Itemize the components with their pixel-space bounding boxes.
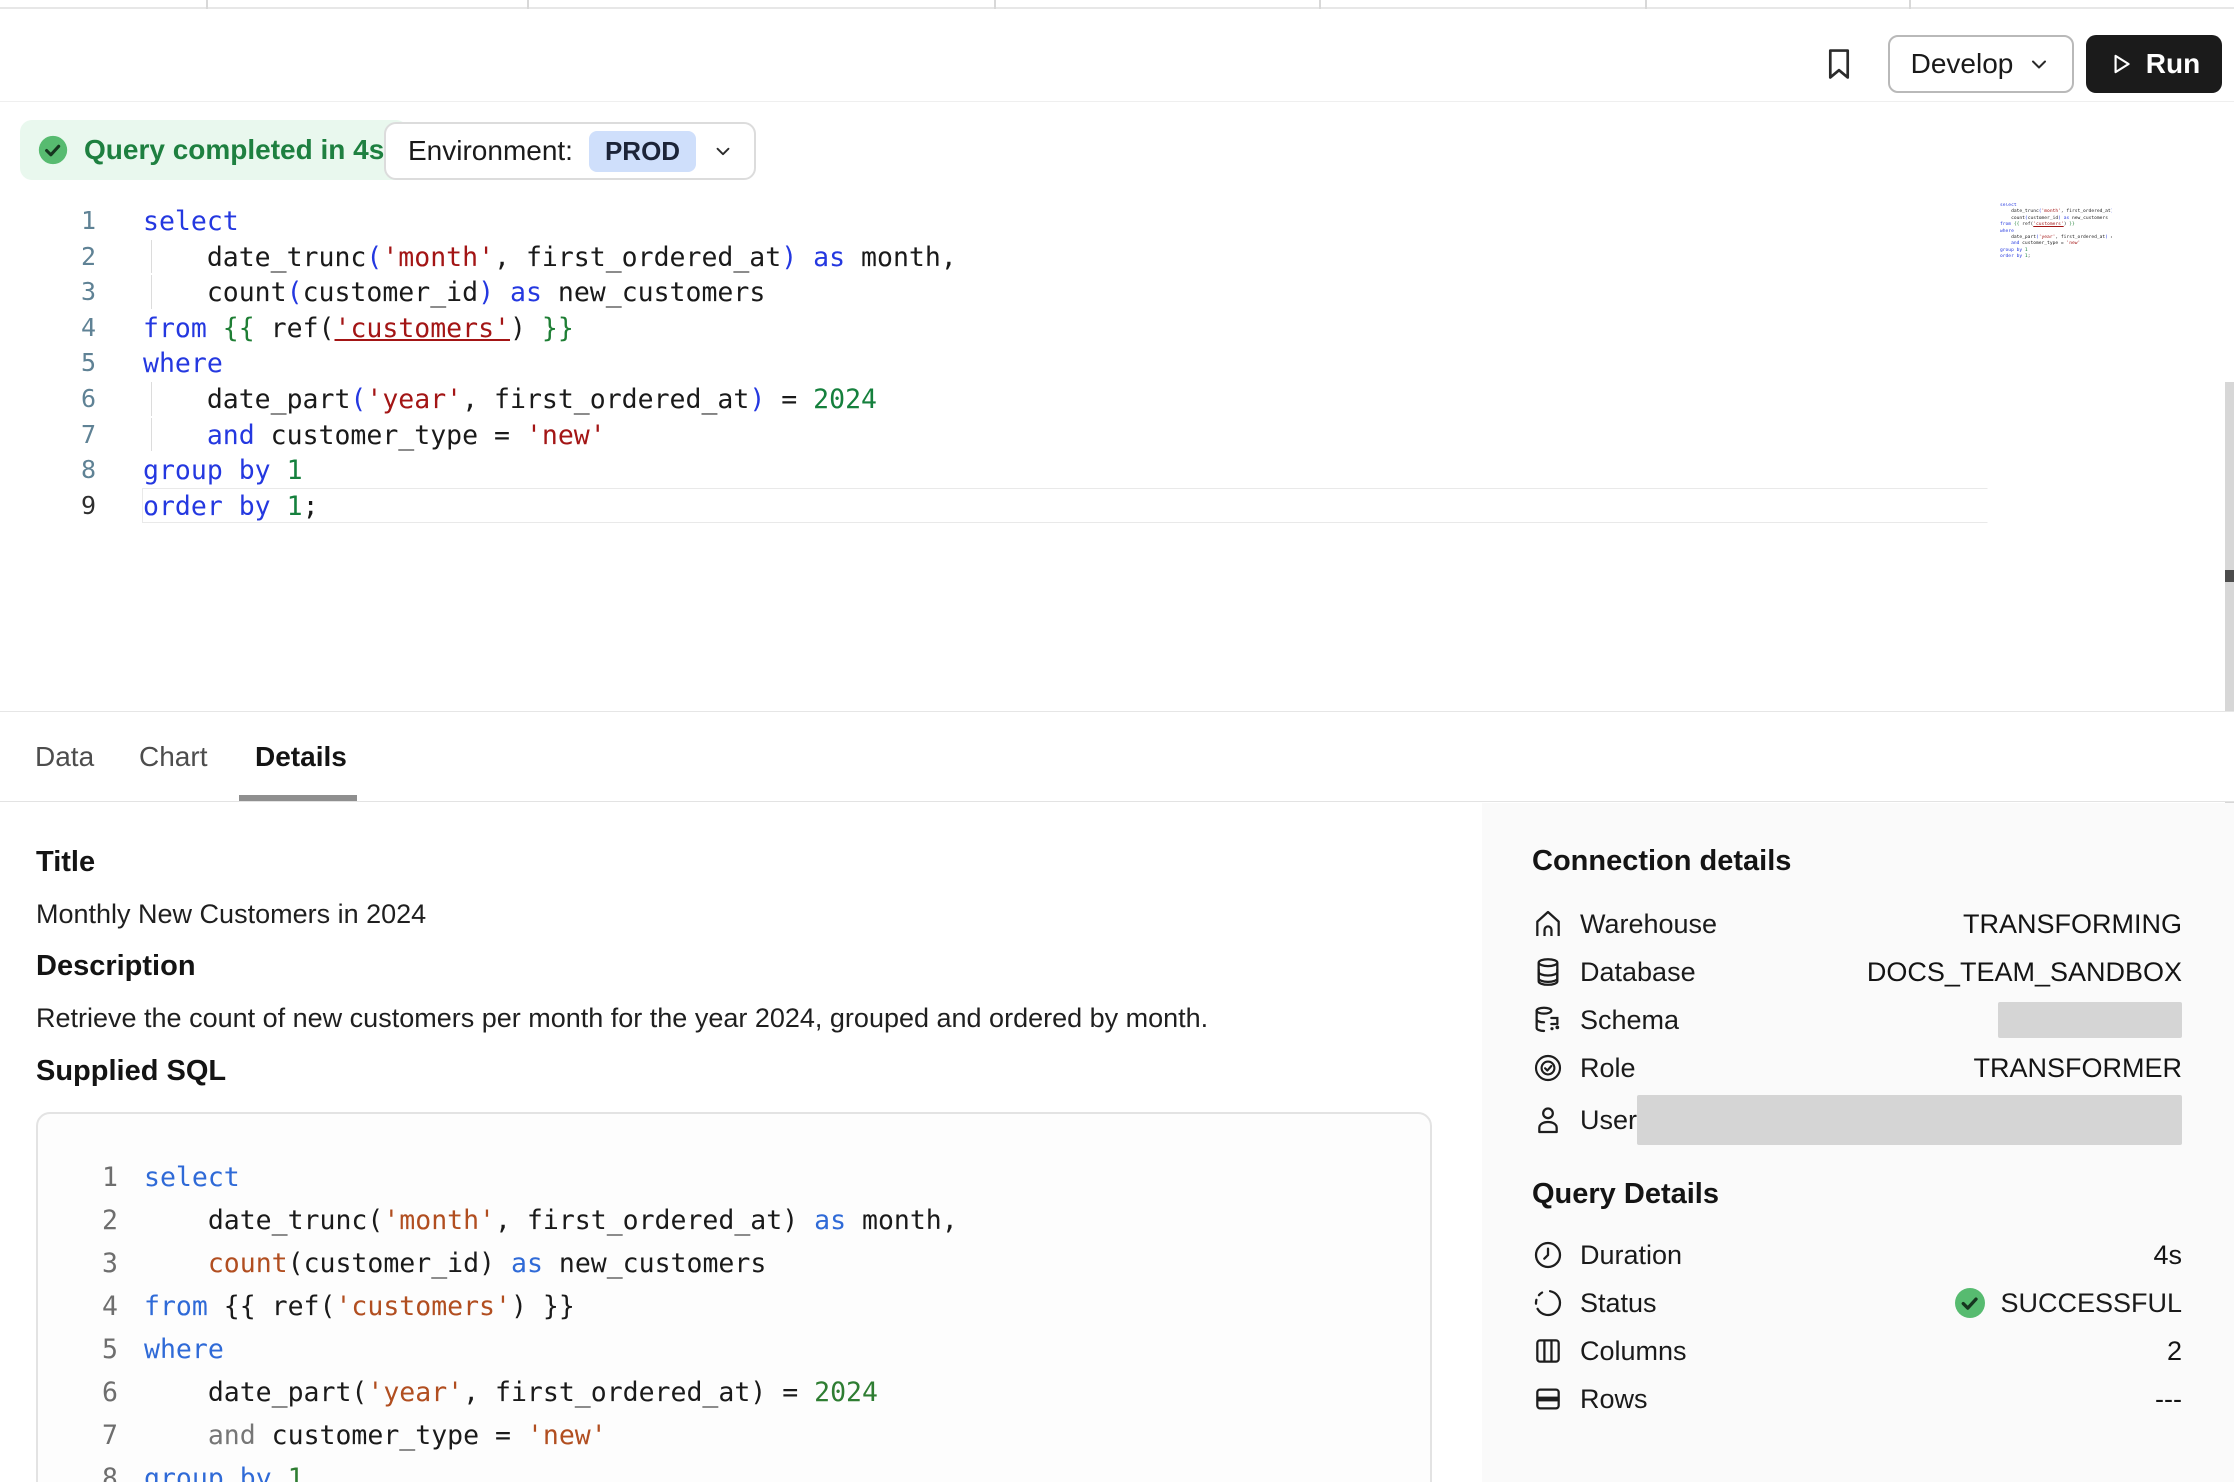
database-value: DOCS_TEAM_SANDBOX	[1867, 957, 2182, 988]
duration-label: Duration	[1580, 1240, 1682, 1271]
tab-details-label: Details	[255, 741, 347, 773]
tab-separator	[527, 0, 529, 9]
results-tabbar: Data Chart Details	[0, 711, 2234, 802]
warehouse-row: Warehouse TRANSFORMING	[1532, 900, 2182, 948]
role-value: TRANSFORMER	[1974, 1053, 2183, 1084]
editor-tabbar-sliver	[0, 0, 2234, 9]
supplied-sql-heading: Supplied SQL	[36, 1055, 226, 1088]
schema-value-redacted	[1998, 1002, 2182, 1038]
query-details-heading: Query Details	[1532, 1178, 2182, 1211]
status-row: Status SUCCESSFUL	[1532, 1279, 2182, 1327]
rows-row: Rows ---	[1532, 1375, 2182, 1423]
success-check-icon	[1952, 1285, 1988, 1321]
run-button-label: Run	[2146, 48, 2200, 80]
header-bar: Develop Run	[0, 11, 2234, 102]
columns-value: 2	[2167, 1336, 2182, 1367]
tab-separator	[1909, 0, 1911, 9]
role-label: Role	[1580, 1053, 1636, 1084]
user-label: User	[1580, 1105, 1637, 1136]
tab-separator	[206, 0, 208, 9]
details-side-panel: Connection details Warehouse TRANSFORMIN…	[1482, 803, 2234, 1482]
duration-value: 4s	[2153, 1240, 2182, 1271]
tab-separator	[1645, 0, 1647, 9]
duration-row: Duration 4s	[1532, 1231, 2182, 1279]
tab-separator	[994, 0, 996, 9]
schema-row: Schema	[1532, 996, 2182, 1044]
bookmark-icon[interactable]	[1820, 43, 1858, 85]
schema-label: Schema	[1580, 1005, 1679, 1036]
status-badge: SUCCESSFUL	[1952, 1285, 2182, 1321]
query-status-text: Query completed in 4s	[84, 134, 384, 166]
tab-chart-label: Chart	[139, 741, 207, 773]
editor-scrollbar-thumb[interactable]	[2225, 570, 2234, 582]
status-spinner-icon	[1532, 1287, 1564, 1319]
rows-label: Rows	[1580, 1384, 1648, 1415]
description-value: Retrieve the count of new customers per …	[36, 1003, 1208, 1034]
supplied-sql-card: 1select2 date_trunc('month', first_order…	[36, 1112, 1432, 1482]
database-label: Database	[1580, 957, 1696, 988]
title-value: Monthly New Customers in 2024	[36, 899, 426, 930]
chevron-down-icon	[2027, 52, 2051, 76]
tab-data[interactable]: Data	[35, 712, 94, 802]
columns-label: Columns	[1580, 1336, 1687, 1367]
chevron-down-icon	[712, 140, 734, 162]
schema-icon	[1532, 1004, 1564, 1036]
role-icon	[1532, 1052, 1564, 1084]
title-heading: Title	[36, 846, 95, 879]
status-value: SUCCESSFUL	[2000, 1288, 2182, 1319]
query-status-pill: Query completed in 4s	[20, 120, 408, 180]
warehouse-icon	[1532, 908, 1564, 940]
tab-chart[interactable]: Chart	[139, 712, 207, 802]
editor-minimap[interactable]: 1select2 date_trunc('month', first_order…	[2000, 203, 2112, 295]
editor-code-lines: 1select2 date_trunc('month', first_order…	[0, 203, 1988, 523]
play-icon	[2108, 51, 2134, 77]
user-value-redacted	[1637, 1095, 2182, 1145]
description-heading: Description	[36, 950, 196, 983]
warehouse-value: TRANSFORMING	[1963, 909, 2182, 940]
tab-separator	[1319, 0, 1321, 9]
rows-value: ---	[2155, 1384, 2182, 1415]
run-button[interactable]: Run	[2086, 35, 2222, 93]
develop-button[interactable]: Develop	[1888, 35, 2074, 93]
active-tab-indicator	[239, 795, 357, 801]
status-label: Status	[1580, 1288, 1657, 1319]
app-window: Develop Run Query completed in 4s Enviro…	[0, 0, 2234, 1482]
sql-editor[interactable]: 1select2 date_trunc('month', first_order…	[0, 190, 2234, 710]
warehouse-label: Warehouse	[1580, 909, 1717, 940]
database-row: Database DOCS_TEAM_SANDBOX	[1532, 948, 2182, 996]
check-circle-icon	[36, 133, 70, 167]
role-row: Role TRANSFORMER	[1532, 1044, 2182, 1092]
environment-value-chip: PROD	[589, 131, 696, 172]
user-icon	[1532, 1104, 1564, 1136]
columns-icon	[1532, 1335, 1564, 1367]
columns-row: Columns 2	[1532, 1327, 2182, 1375]
duration-icon	[1532, 1239, 1564, 1271]
tab-data-label: Data	[35, 741, 94, 773]
environment-label: Environment:	[408, 135, 573, 167]
develop-button-label: Develop	[1911, 48, 2014, 80]
tab-details[interactable]: Details	[255, 712, 347, 802]
database-icon	[1532, 956, 1564, 988]
environment-select[interactable]: Environment: PROD	[384, 122, 756, 180]
user-row: User	[1532, 1092, 2182, 1148]
rows-icon	[1532, 1383, 1564, 1415]
connection-details-heading: Connection details	[1532, 845, 2182, 878]
